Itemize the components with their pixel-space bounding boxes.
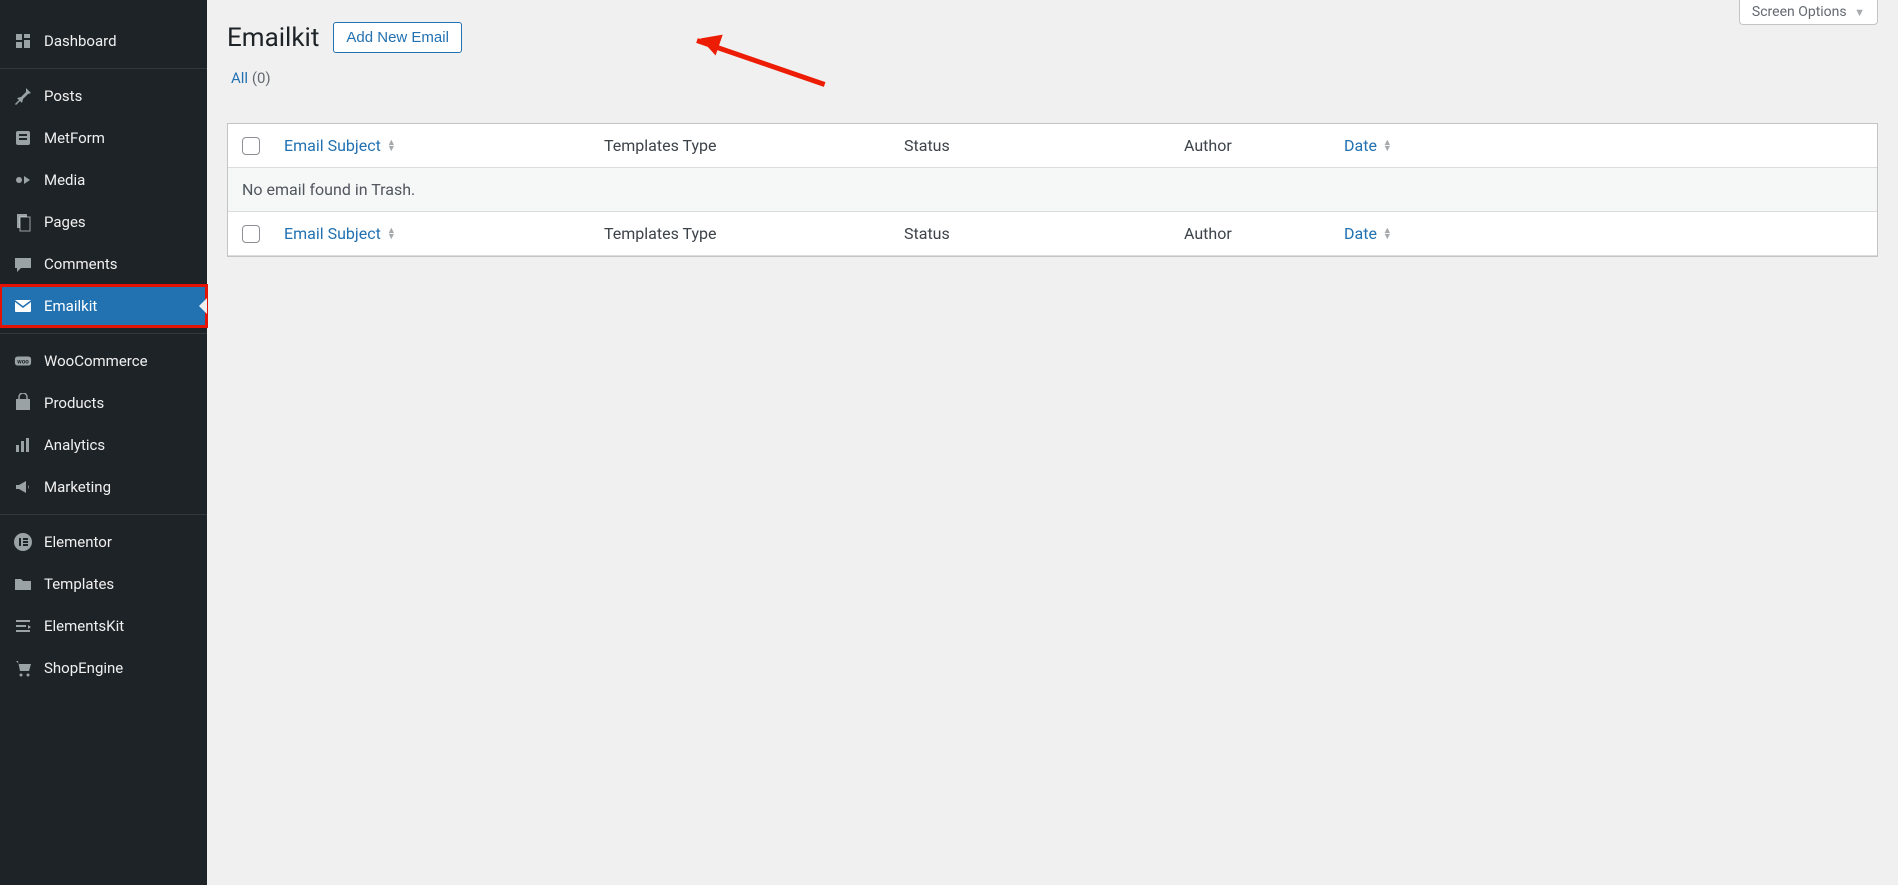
elementor-icon	[12, 531, 34, 553]
table-empty-row: No email found in Trash.	[228, 168, 1877, 212]
sidebar-item-media[interactable]: Media	[0, 159, 207, 201]
sidebar-item-products[interactable]: Products	[0, 382, 207, 424]
sidebar-item-shopengine[interactable]: ShopEngine	[0, 647, 207, 689]
sidebar-item-pages[interactable]: Pages	[0, 201, 207, 243]
sidebar-item-marketing[interactable]: Marketing	[0, 466, 207, 508]
sidebar-item-label: Templates	[44, 575, 114, 593]
col-footer-subject[interactable]: Email Subject ▲▼	[284, 224, 604, 243]
col-footer-templates[interactable]: Templates Type	[604, 224, 904, 243]
select-all-checkbox-footer[interactable]	[242, 225, 260, 243]
add-new-email-button[interactable]: Add New Email	[333, 22, 462, 53]
sidebar-item-label: Marketing	[44, 478, 111, 496]
sidebar-item-label: WooCommerce	[44, 352, 148, 370]
analytics-icon	[12, 434, 34, 456]
sidebar-item-label: ElementsKit	[44, 617, 124, 635]
elementskit-icon	[12, 615, 34, 637]
table-footer-row: Email Subject ▲▼ Templates Type Status A…	[228, 212, 1877, 256]
svg-text:woo: woo	[17, 358, 29, 366]
page-title: Emailkit	[227, 23, 319, 53]
sort-icon: ▲▼	[387, 228, 396, 240]
col-footer-date[interactable]: Date ▲▼	[1344, 224, 1863, 243]
metform-icon	[12, 127, 34, 149]
products-icon	[12, 392, 34, 414]
sidebar-item-label: Emailkit	[44, 297, 97, 315]
sidebar-item-elementskit[interactable]: ElementsKit	[0, 605, 207, 647]
sidebar-item-label: Pages	[44, 213, 86, 231]
email-table: Email Subject ▲▼ Templates Type Status A…	[227, 123, 1878, 257]
screen-options-button[interactable]: Screen Options ▼	[1739, 0, 1878, 25]
col-footer-status[interactable]: Status	[904, 224, 1184, 243]
col-header-subject[interactable]: Email Subject ▲▼	[284, 136, 604, 155]
dashboard-icon	[12, 30, 34, 52]
sidebar-item-comments[interactable]: Comments	[0, 243, 207, 285]
sidebar-item-label: Elementor	[44, 533, 112, 551]
media-icon	[12, 169, 34, 191]
sort-icon: ▲▼	[1383, 140, 1392, 152]
chevron-down-icon: ▼	[1854, 6, 1865, 19]
sidebar-item-analytics[interactable]: Analytics	[0, 424, 207, 466]
comments-icon	[12, 253, 34, 275]
screen-options-label: Screen Options	[1752, 4, 1847, 20]
sidebar-item-elementor[interactable]: Elementor	[0, 521, 207, 563]
sidebar-item-woocommerce[interactable]: woo WooCommerce	[0, 340, 207, 382]
select-all-checkbox[interactable]	[242, 137, 260, 155]
filter-all-count: (0)	[252, 69, 271, 87]
filter-links: All (0)	[231, 69, 1874, 87]
main-content: Screen Options ▼ Emailkit Add New Email …	[207, 0, 1898, 885]
sidebar-item-label: Posts	[44, 87, 82, 105]
sidebar-item-label: Analytics	[44, 436, 105, 454]
folder-icon	[12, 573, 34, 595]
sort-icon: ▲▼	[1383, 228, 1392, 240]
col-header-author[interactable]: Author	[1184, 136, 1344, 155]
sort-icon: ▲▼	[387, 140, 396, 152]
col-footer-author[interactable]: Author	[1184, 224, 1344, 243]
sidebar-item-emailkit[interactable]: Emailkit	[0, 285, 207, 327]
col-header-status[interactable]: Status	[904, 136, 1184, 155]
megaphone-icon	[12, 476, 34, 498]
cart-icon	[12, 657, 34, 679]
sidebar-item-metform[interactable]: MetForm	[0, 117, 207, 159]
sidebar-item-templates[interactable]: Templates	[0, 563, 207, 605]
sidebar-item-label: ShopEngine	[44, 659, 123, 677]
sidebar-item-label: Media	[44, 171, 85, 189]
filter-all-link[interactable]: All	[231, 69, 248, 87]
empty-message: No email found in Trash.	[242, 180, 415, 199]
sidebar-item-label: Dashboard	[44, 32, 117, 50]
sidebar-item-dashboard[interactable]: Dashboard	[0, 20, 207, 62]
sidebar-item-label: Products	[44, 394, 104, 412]
col-header-date[interactable]: Date ▲▼	[1344, 136, 1863, 155]
col-header-templates[interactable]: Templates Type	[604, 136, 904, 155]
sidebar-item-posts[interactable]: Posts	[0, 75, 207, 117]
admin-sidebar: Dashboard Posts MetForm Media Pages Comm…	[0, 0, 207, 885]
pages-icon	[12, 211, 34, 233]
pin-icon	[12, 85, 34, 107]
woo-icon: woo	[12, 350, 34, 372]
table-header-row: Email Subject ▲▼ Templates Type Status A…	[228, 124, 1877, 168]
email-icon	[12, 295, 34, 317]
sidebar-item-label: Comments	[44, 255, 118, 273]
sidebar-item-label: MetForm	[44, 129, 105, 147]
